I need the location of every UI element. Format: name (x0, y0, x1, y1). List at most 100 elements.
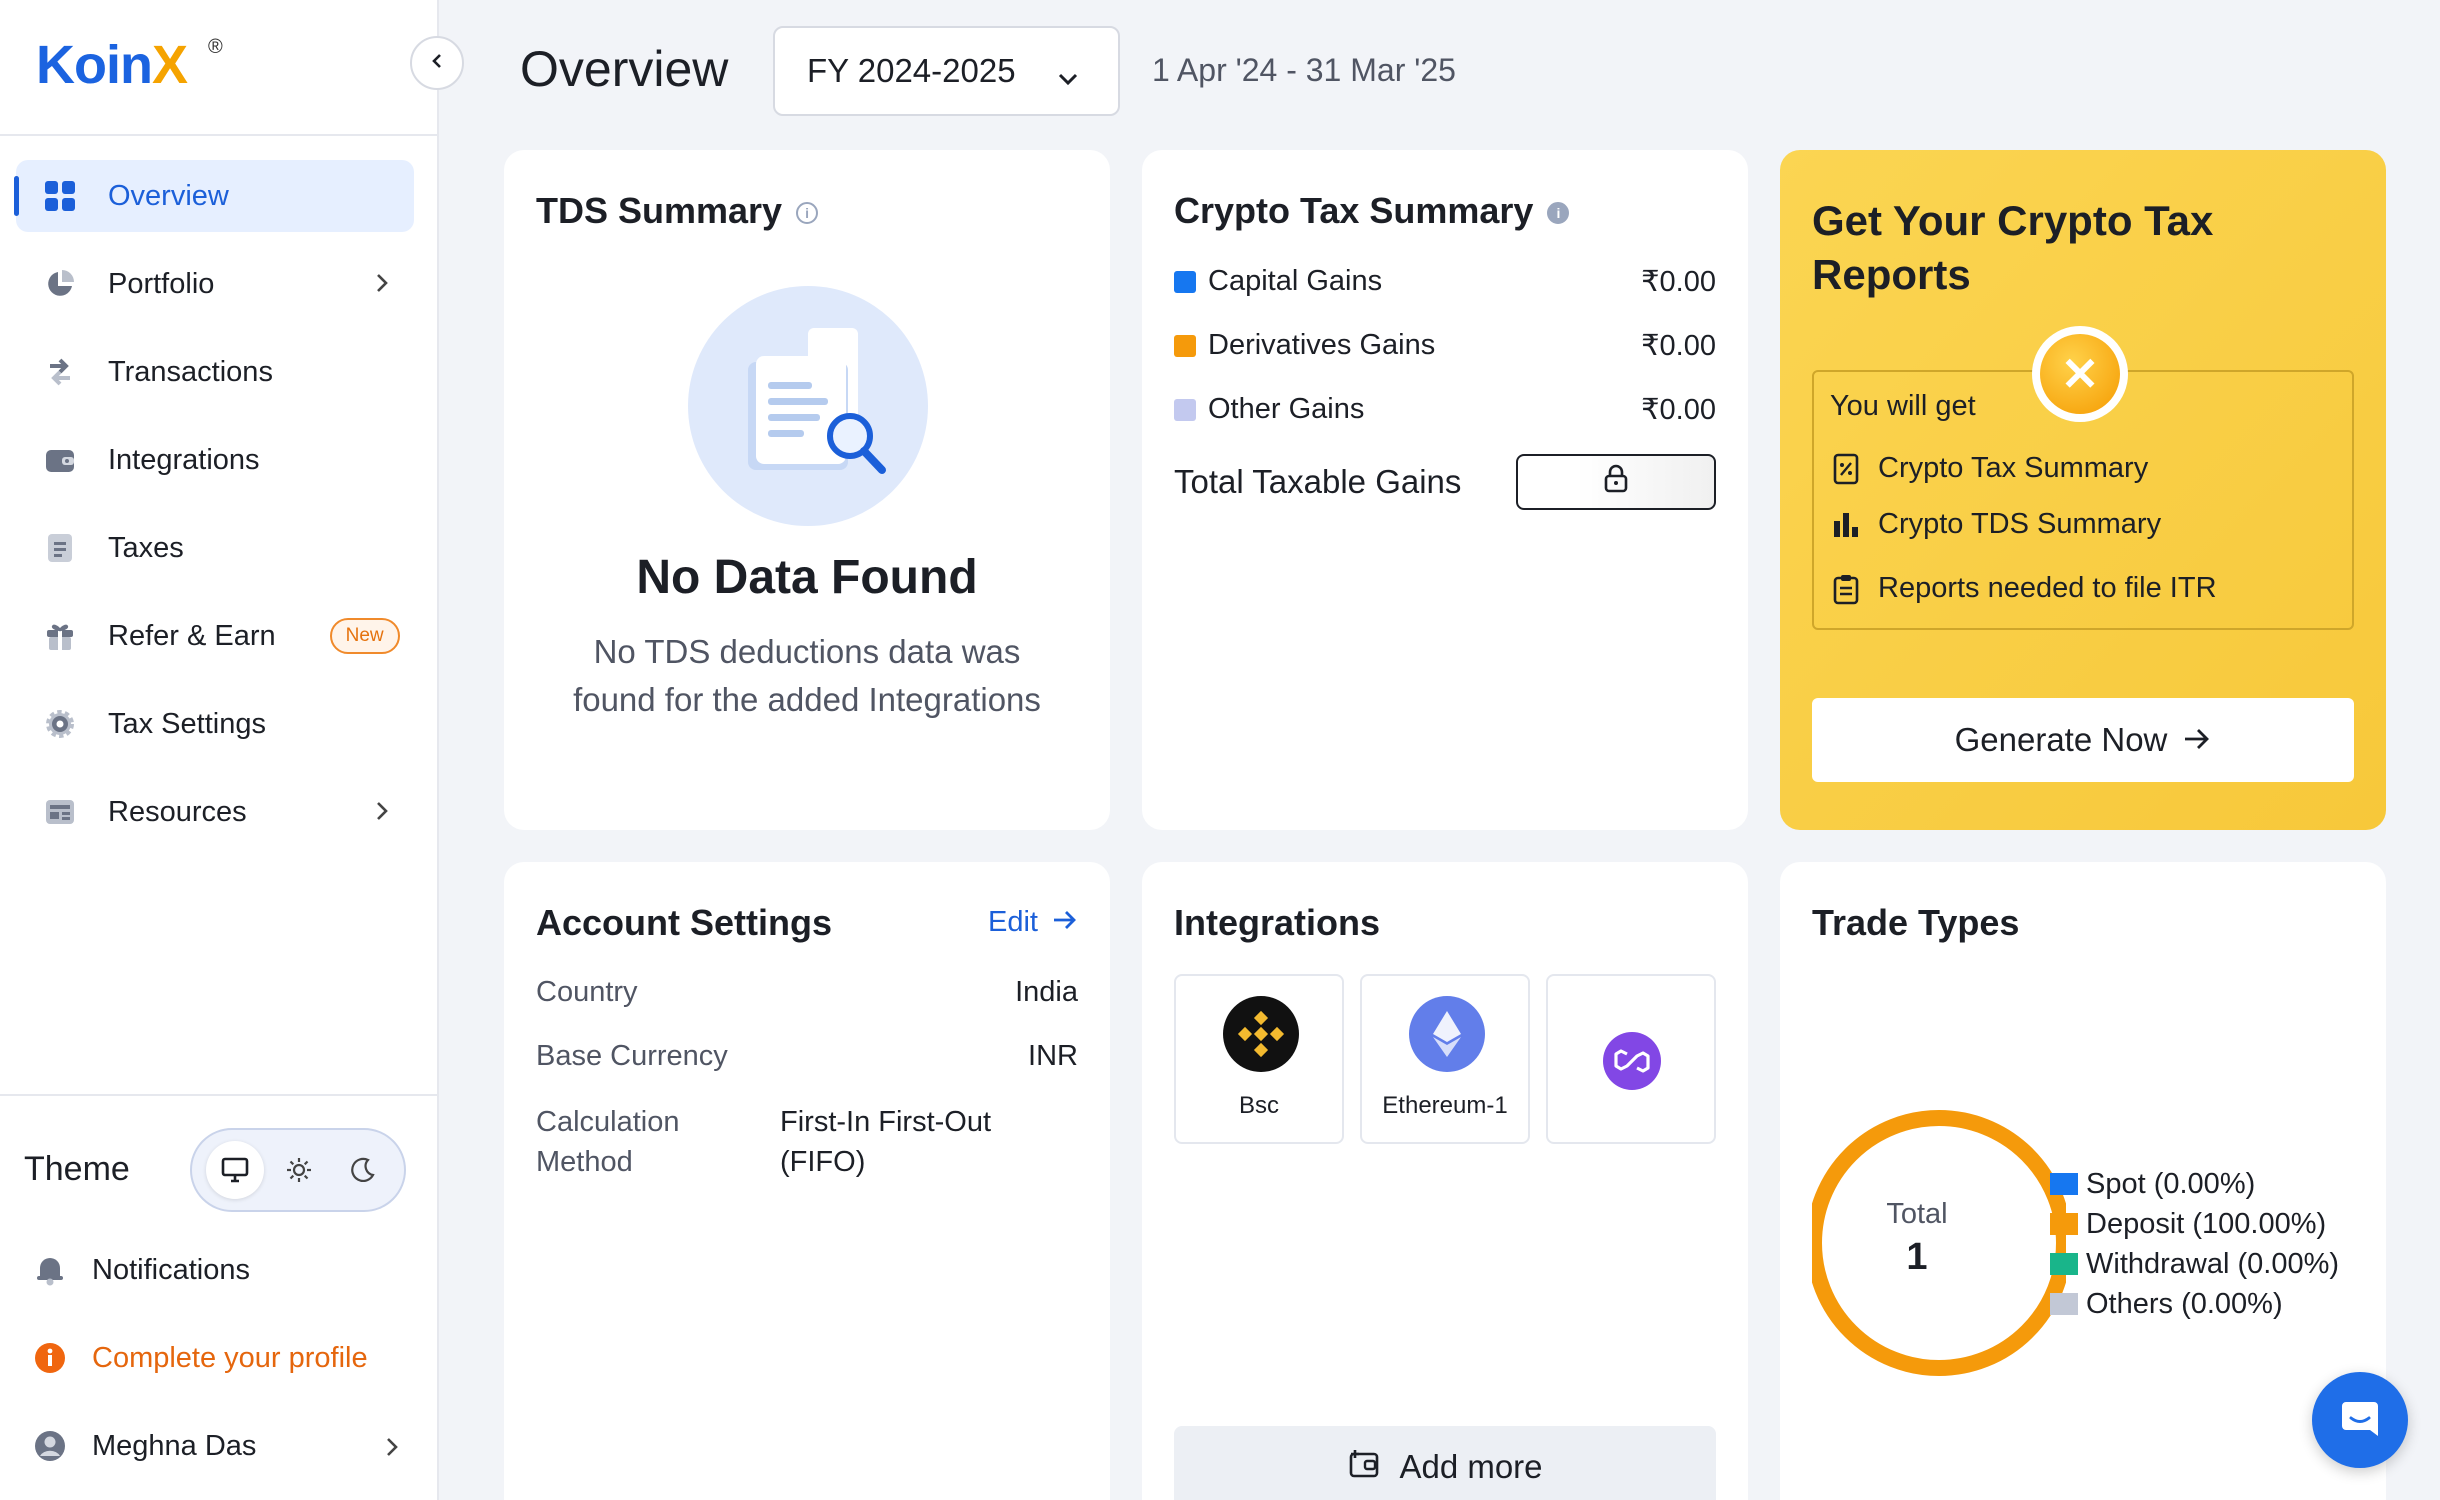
country-value: India (1015, 976, 1078, 1008)
resources-icon (42, 794, 78, 830)
complete-profile-link[interactable]: Complete your profile (32, 1340, 368, 1376)
legend-item-others: Others (0.00%) (2050, 1284, 2339, 1324)
sidebar-item-overview[interactable]: Overview (14, 160, 414, 232)
sidebar-item-tax-settings[interactable]: Tax Settings (16, 688, 414, 760)
logo-registered-mark: ® (208, 36, 223, 58)
notifications-link[interactable]: Notifications (32, 1252, 250, 1288)
legend-swatch (2050, 1213, 2078, 1235)
legend-swatch (1174, 334, 1196, 357)
crypto-tax-summary-card: Crypto Tax Summary i Capital Gains ₹0.00 … (1142, 150, 1748, 830)
generate-now-button[interactable]: Generate Now (1812, 698, 2354, 782)
legend-swatch (1174, 398, 1196, 421)
trade-types-title: Trade Types (1812, 902, 2020, 943)
grid-icon (42, 178, 78, 214)
chevron-right-icon (372, 798, 392, 831)
row-value: ₹0.00 (1641, 266, 1716, 298)
sidebar-item-taxes[interactable]: Taxes (16, 512, 414, 584)
sidebar-item-label: Tax Settings (108, 707, 266, 740)
theme-label: Theme (24, 1150, 130, 1188)
country-row: Country India (536, 976, 1078, 1009)
you-will-get-label: You will get (1830, 390, 1976, 422)
row-label: Capital Gains (1208, 265, 1383, 297)
legend-label: Spot (0.00%) (2086, 1167, 2256, 1200)
logo-text-koin: Koin (36, 35, 153, 95)
moon-icon[interactable] (334, 1141, 392, 1199)
pie-chart-icon (42, 266, 78, 302)
benefit-label: Crypto TDS Summary (1878, 508, 2162, 540)
info-icon[interactable]: i (1547, 202, 1570, 225)
bsc-logo-icon (1223, 996, 1299, 1072)
tax-document-icon (1830, 453, 1862, 485)
divider (0, 134, 437, 136)
benefit-label: Reports needed to file ITR (1878, 572, 2217, 604)
legend-swatch (2050, 1293, 2078, 1315)
no-data-title: No Data Found (636, 551, 978, 604)
transfer-icon (42, 354, 78, 390)
sidebar-item-resources[interactable]: Resources (16, 776, 414, 848)
monitor-icon[interactable] (206, 1141, 264, 1199)
lock-icon (1603, 463, 1629, 501)
legend-swatch (2050, 1253, 2078, 1275)
tax-reports-promo-card: Get Your Crypto Tax Reports ✕ You will g… (1780, 150, 2386, 830)
capital-gains-row: Capital Gains ₹0.00 (1174, 264, 1716, 299)
sidebar-item-transactions[interactable]: Transactions (16, 336, 414, 408)
edit-account-link[interactable]: Edit (988, 906, 1078, 939)
total-taxable-gains-row: Total Taxable Gains (1174, 454, 1716, 510)
sidebar-item-integrations[interactable]: Integrations (16, 424, 414, 496)
donut-total-value: 1 (1906, 1236, 1928, 1278)
row-label: Derivatives Gains (1208, 329, 1436, 361)
integration-tile-polygon[interactable] (1546, 974, 1716, 1144)
edit-label: Edit (988, 906, 1038, 938)
theme-toggle (190, 1128, 406, 1212)
account-settings-title: Account Settings (536, 902, 833, 943)
sidebar-item-portfolio[interactable]: Portfolio (16, 248, 414, 320)
user-name: Meghna Das (92, 1429, 257, 1462)
sidebar-item-label: Integrations (108, 443, 260, 476)
chevron-down-icon (1056, 58, 1080, 96)
sidebar-item-label: Taxes (108, 531, 184, 564)
no-data-description: No TDS deductions data was found for the… (573, 633, 1041, 718)
logo-text-x: X (151, 35, 188, 95)
document-icon (42, 530, 78, 566)
trade-types-card: Trade Types Total 1 Spot (0.00%) Deposit… (1780, 862, 2386, 1500)
sidebar-item-label: Refer & Earn (108, 619, 276, 652)
sidebar-item-label: Transactions (108, 355, 273, 388)
chevron-right-icon (382, 1434, 402, 1467)
add-more-integrations-button[interactable]: Add more (1174, 1426, 1716, 1500)
benefit-item: Crypto Tax Summary (1830, 452, 2148, 485)
notifications-label: Notifications (92, 1253, 250, 1286)
total-label: Total Taxable Gains (1174, 463, 1462, 500)
support-chat-button[interactable] (2312, 1372, 2408, 1468)
integrations-card: Integrations Bsc Ethereum-1 Add more (1142, 862, 1748, 1500)
user-profile-link[interactable]: Meghna Das (32, 1428, 402, 1464)
legend-item-spot: Spot (0.00%) (2050, 1164, 2339, 1204)
sidebar-item-label: Overview (108, 179, 229, 212)
sun-icon[interactable] (270, 1141, 328, 1199)
sidebar-item-label: Resources (108, 795, 247, 828)
crypto-tax-title: Crypto Tax Summary (1174, 190, 1534, 231)
donut-total-label: Total (1886, 1198, 1948, 1230)
calculation-method-value: First-In First-Out (FIFO) (780, 1106, 992, 1178)
collapse-sidebar-button[interactable] (410, 36, 464, 90)
legend-item-deposit: Deposit (100.00%) (2050, 1204, 2339, 1244)
gift-icon (42, 618, 78, 654)
koinx-coin-icon: ✕ (2032, 326, 2128, 422)
benefit-item: Crypto TDS Summary (1830, 508, 2161, 541)
ethereum-logo-icon (1409, 996, 1485, 1072)
complete-profile-label: Complete your profile (92, 1341, 368, 1374)
sidebar-item-refer-earn[interactable]: Refer & Earn New (16, 600, 414, 672)
info-icon (32, 1340, 68, 1376)
integration-tile-bsc[interactable]: Bsc (1174, 974, 1344, 1144)
integration-tile-ethereum[interactable]: Ethereum-1 (1360, 974, 1530, 1144)
info-icon[interactable]: i (796, 202, 819, 225)
integration-name: Bsc (1238, 1092, 1279, 1119)
tds-title: TDS Summary (536, 190, 783, 231)
divider (0, 1094, 437, 1096)
sidebar: KoinX ® Overview Portfolio Transactions (0, 0, 439, 1500)
financial-year-select[interactable]: FY 2024-2025 (773, 26, 1120, 116)
unlock-total-button[interactable] (1516, 454, 1716, 510)
fy-selected-value: FY 2024-2025 (807, 52, 1016, 89)
koinx-logo[interactable]: KoinX ® (36, 34, 223, 96)
button-label: Generate Now (1954, 721, 2168, 758)
gear-icon (42, 706, 78, 742)
